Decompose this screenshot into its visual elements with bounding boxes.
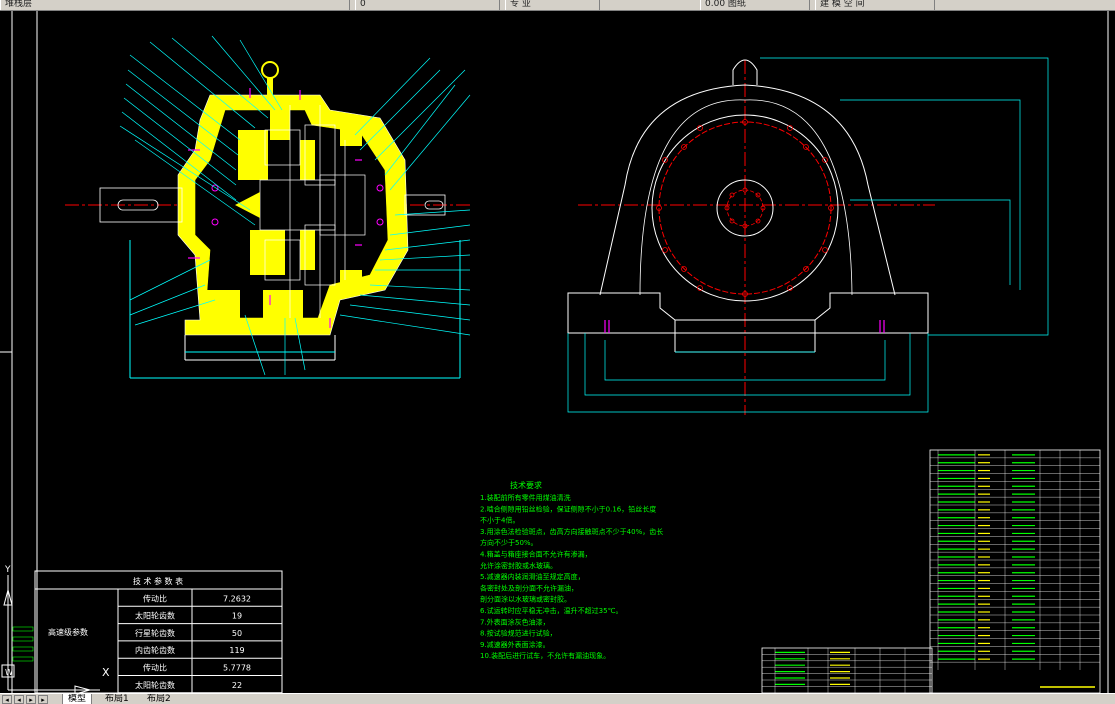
section-view bbox=[65, 35, 471, 379]
layout-tab-bar: ◂ ◂ ▸ ▸ 模型 布局1 布局2 bbox=[0, 693, 1115, 704]
tech-requirement-line: 2.啮合侧隙用铅丝检验，保证侧隙不小于0.16，铅丝长度 bbox=[480, 504, 656, 513]
param-value: 119 bbox=[229, 646, 244, 655]
tech-requirements-title: 技术要求 bbox=[510, 480, 542, 490]
tech-requirement-line: 6.试运转时应平稳无冲击，温升不超过35℃。 bbox=[480, 606, 622, 615]
tech-requirement-line: 不小于4倍。 bbox=[480, 516, 519, 525]
gear-block bbox=[340, 270, 362, 288]
ucs-y-label: Y bbox=[4, 565, 11, 575]
params-table: 技 术 参 数 表 高速级参数 传动比 7.2632 太阳轮齿数 19 行星轮齿数 50 内… bbox=[34, 570, 283, 693]
tech-requirement-line: 7.外表面涂灰色油漆， bbox=[480, 617, 550, 626]
param-label: 太阳轮齿数 bbox=[135, 680, 175, 690]
tab-model[interactable]: 模型 bbox=[62, 694, 93, 704]
tech-requirement-line: 各密封处及剖分面不允许漏油， bbox=[480, 583, 578, 592]
ucs-x-label: X bbox=[102, 666, 110, 679]
tab-first-icon[interactable]: ◂ bbox=[2, 695, 12, 704]
param-label: 传动比 bbox=[143, 663, 167, 673]
gear-block bbox=[205, 290, 240, 318]
tab-last-icon[interactable]: ▸ bbox=[38, 695, 48, 704]
tech-requirement-line: 剖分面涂以水玻璃或密封胶。 bbox=[480, 595, 571, 604]
param-label: 行星轮齿数 bbox=[135, 628, 175, 638]
drawing-canvas[interactable]: 技术要求 1.装配前所有零件用煤油清洗 2.啮合侧隙用铅丝检验，保证侧隙不小于0.… bbox=[0, 11, 1115, 693]
ucs-w-label: W bbox=[5, 668, 13, 677]
gear-block bbox=[263, 290, 303, 318]
param-value: 5.7778 bbox=[223, 664, 251, 673]
tab-prev-icon[interactable]: ◂ bbox=[14, 695, 24, 704]
tab-layout2[interactable]: 布局2 bbox=[142, 694, 176, 704]
param-value: 50 bbox=[232, 629, 242, 638]
gear-block bbox=[300, 230, 315, 270]
param-label: 传动比 bbox=[143, 593, 167, 603]
param-value: 7.2632 bbox=[223, 594, 251, 603]
linetype-dropdown[interactable]: 0 bbox=[355, 0, 500, 10]
tech-requirement-line: 4.箱盖与箱座接合面不允许有渗漏， bbox=[480, 550, 592, 559]
param-label: 内齿轮齿数 bbox=[135, 645, 175, 655]
tech-requirement-line: 允许涂密封胶或水玻璃。 bbox=[480, 561, 557, 570]
gear-block bbox=[270, 105, 290, 140]
param-value: 19 bbox=[232, 612, 242, 621]
base-feet bbox=[567, 292, 929, 334]
tech-requirement-line: 9.减速器外表面涂漆。 bbox=[480, 640, 550, 649]
tech-requirement-line: 8.按试验规范进行试验， bbox=[480, 629, 557, 638]
lifting-eye-stem bbox=[267, 78, 273, 98]
param-label: 太阳轮齿数 bbox=[135, 611, 175, 621]
gear-block bbox=[250, 230, 285, 275]
lineweight-dropdown[interactable]: 专 业 bbox=[505, 0, 600, 10]
tab-layout1[interactable]: 布局1 bbox=[100, 694, 134, 704]
layer-dropdown[interactable]: 堆栈层 bbox=[0, 0, 350, 10]
gear-block bbox=[300, 140, 315, 180]
tech-requirement-line: 方向不少于50%。 bbox=[480, 538, 538, 547]
tech-requirement-line: 5.减速器内装润滑油至规定高度， bbox=[480, 572, 585, 581]
top-toolbar-strip: 堆栈层 0 专 业 0.00 图纸 建 模 空 间 bbox=[0, 0, 1115, 11]
tech-requirement-line: 10.装配后进行试车，不允许有漏油现象。 bbox=[480, 651, 610, 660]
end-view bbox=[567, 57, 1049, 415]
tech-requirements: 技术要求 1.装配前所有零件用煤油清洗 2.啮合侧隙用铅丝检验，保证侧隙不小于0.… bbox=[480, 480, 663, 660]
parts-list bbox=[762, 449, 1101, 693]
tech-requirement-line: 3.用涂色法检验斑点，齿高方向接触斑点不少于40%，齿长 bbox=[480, 527, 663, 536]
params-table-title: 技 术 参 数 表 bbox=[133, 576, 183, 586]
dimension-lines bbox=[567, 57, 1049, 413]
plotstyle-dropdown[interactable]: 0.00 图纸 bbox=[700, 0, 810, 10]
tech-requirement-line: 1.装配前所有零件用煤油清洗 bbox=[480, 493, 571, 502]
lifting-eye bbox=[261, 61, 279, 79]
space-dropdown[interactable]: 建 模 空 间 bbox=[815, 0, 935, 10]
params-group-label: 高速级参数 bbox=[48, 627, 88, 637]
param-value: 22 bbox=[232, 681, 242, 690]
tab-next-icon[interactable]: ▸ bbox=[26, 695, 36, 704]
gear-block bbox=[238, 130, 268, 180]
